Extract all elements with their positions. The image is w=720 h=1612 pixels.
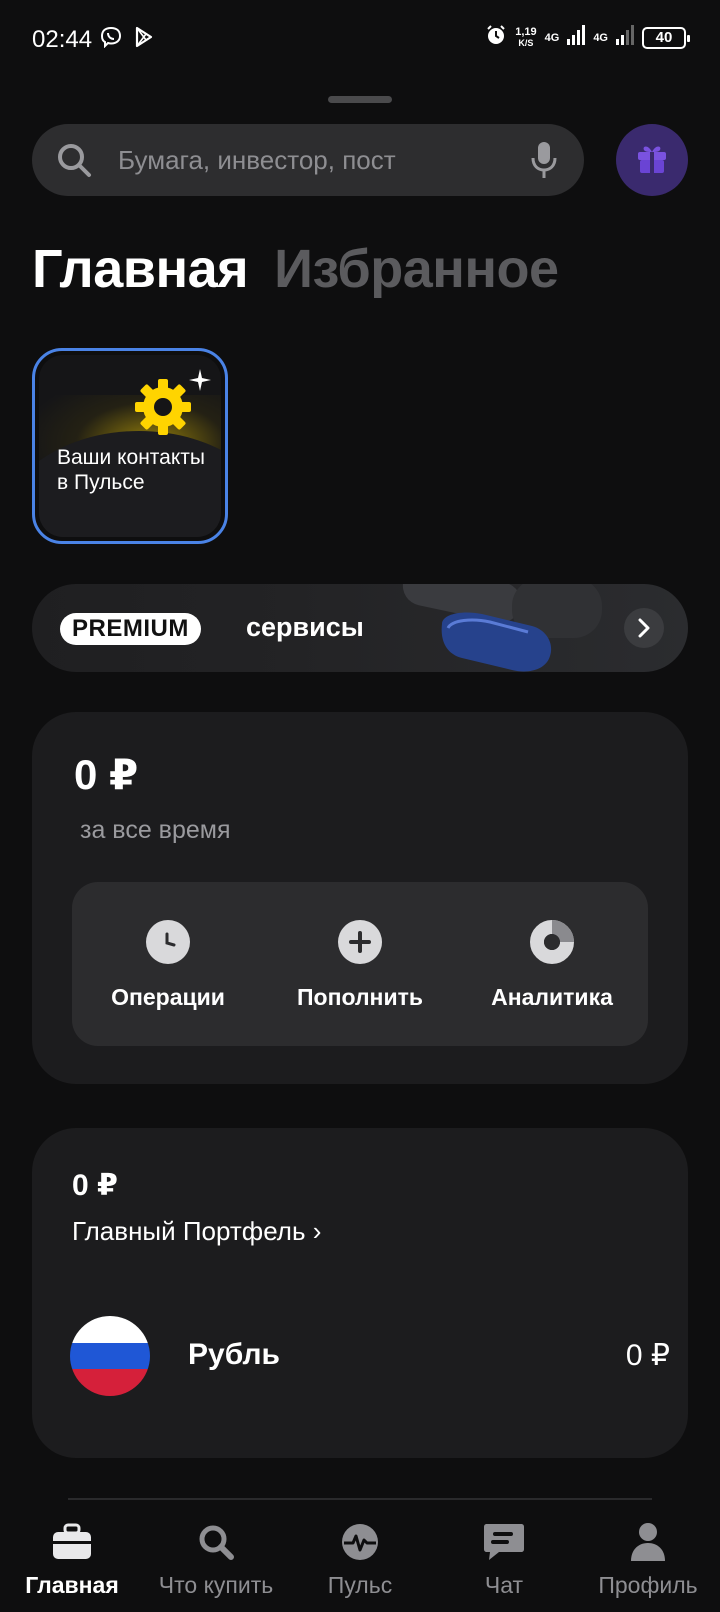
nav-label-what-to-buy: Что купить: [158, 1572, 274, 1598]
nav-item-chat[interactable]: Чат: [432, 1504, 576, 1612]
premium-badge: PREMIUM: [60, 613, 201, 645]
story-card-label: Ваши контакты в Пульсе: [57, 446, 205, 494]
quick-actions-panel: Операции Пополнить Аналитика: [72, 882, 648, 1046]
balance-caption: за все время: [80, 816, 231, 844]
pulse-icon: [340, 1520, 380, 1564]
network-speed: 1,19 K/S: [515, 25, 537, 48]
search-bar[interactable]: [32, 124, 584, 196]
clock-icon: [146, 920, 190, 964]
russia-flag-icon: [70, 1316, 150, 1396]
currency-row-rub[interactable]: Рубль 0 ₽: [70, 1316, 670, 1396]
plus-icon: [338, 920, 382, 964]
premium-label: сервисы: [246, 612, 364, 642]
signal-icon-1: [567, 25, 586, 50]
network-type-2: 4G: [593, 31, 608, 44]
bottom-navigation: Главная Что купить Пульс Чат Профиль: [0, 1504, 720, 1612]
drag-handle[interactable]: [328, 96, 392, 103]
nav-label-pulse: Пульс: [327, 1572, 393, 1598]
story-card-inner: Ваши контакты в Пульсе: [39, 355, 221, 537]
nav-item-main[interactable]: Главная: [0, 1504, 144, 1612]
divider: [68, 1498, 652, 1500]
search-icon: [56, 142, 92, 183]
viber-icon: [100, 26, 122, 53]
gift-icon: [634, 140, 670, 181]
tab-main[interactable]: Главная: [32, 238, 249, 300]
nav-item-pulse[interactable]: Пульс: [288, 1504, 432, 1612]
story-card-contacts[interactable]: Ваши контакты в Пульсе: [32, 348, 228, 544]
nav-label-profile: Профиль: [598, 1572, 698, 1598]
nav-label-chat: Чат: [484, 1572, 524, 1598]
top-up-button[interactable]: Пополнить: [264, 882, 456, 1046]
chevron-right-icon[interactable]: [624, 608, 664, 648]
operations-button[interactable]: Операции: [72, 882, 264, 1046]
balance-amount: 0 ₽: [74, 751, 139, 798]
nav-label-main: Главная: [25, 1572, 119, 1598]
play-store-icon: [134, 26, 154, 53]
analytics-label: Аналитика: [491, 984, 613, 1010]
operations-label: Операции: [111, 984, 225, 1010]
battery-indicator: 40: [642, 26, 690, 49]
briefcase-icon: [51, 1520, 93, 1564]
top-up-label: Пополнить: [297, 984, 423, 1010]
tab-bar: Главная Избранное: [32, 238, 559, 300]
premium-services-banner[interactable]: PREMIUM сервисы: [32, 584, 688, 672]
profile-icon: [629, 1520, 667, 1564]
search-input[interactable]: [118, 124, 538, 196]
tab-favorites[interactable]: Избранное: [274, 238, 559, 300]
currency-name: Рубль: [188, 1338, 280, 1371]
currency-amount: 0 ₽: [625, 1339, 670, 1372]
status-bar: 02:44 1,19 K/S 4G 4G 40: [0, 0, 720, 80]
premium-decoration-image: [322, 584, 622, 672]
gift-button[interactable]: [616, 124, 688, 196]
portfolio-card[interactable]: 0 ₽ Главный Портфель › Рубль 0 ₽: [32, 1128, 688, 1458]
nav-item-profile[interactable]: Профиль: [576, 1504, 720, 1612]
chat-icon: [483, 1520, 525, 1564]
alarm-icon: [485, 24, 507, 51]
sparkle-icon: [189, 369, 211, 396]
gear-icon: [131, 375, 195, 444]
status-time: 02:44: [32, 26, 93, 53]
network-type-1: 4G: [544, 31, 560, 44]
microphone-icon[interactable]: [530, 140, 558, 185]
balance-card: 0 ₽ за все время Операции Пополнить Анал…: [32, 712, 688, 1084]
nav-item-what-to-buy[interactable]: Что купить: [144, 1504, 288, 1612]
portfolio-name-link[interactable]: Главный Портфель ›: [72, 1216, 321, 1247]
search-icon: [197, 1520, 235, 1564]
portfolio-amount: 0 ₽: [72, 1169, 118, 1202]
donut-chart-icon: [530, 920, 574, 964]
signal-icon-2: [616, 25, 634, 50]
analytics-button[interactable]: Аналитика: [456, 882, 648, 1046]
